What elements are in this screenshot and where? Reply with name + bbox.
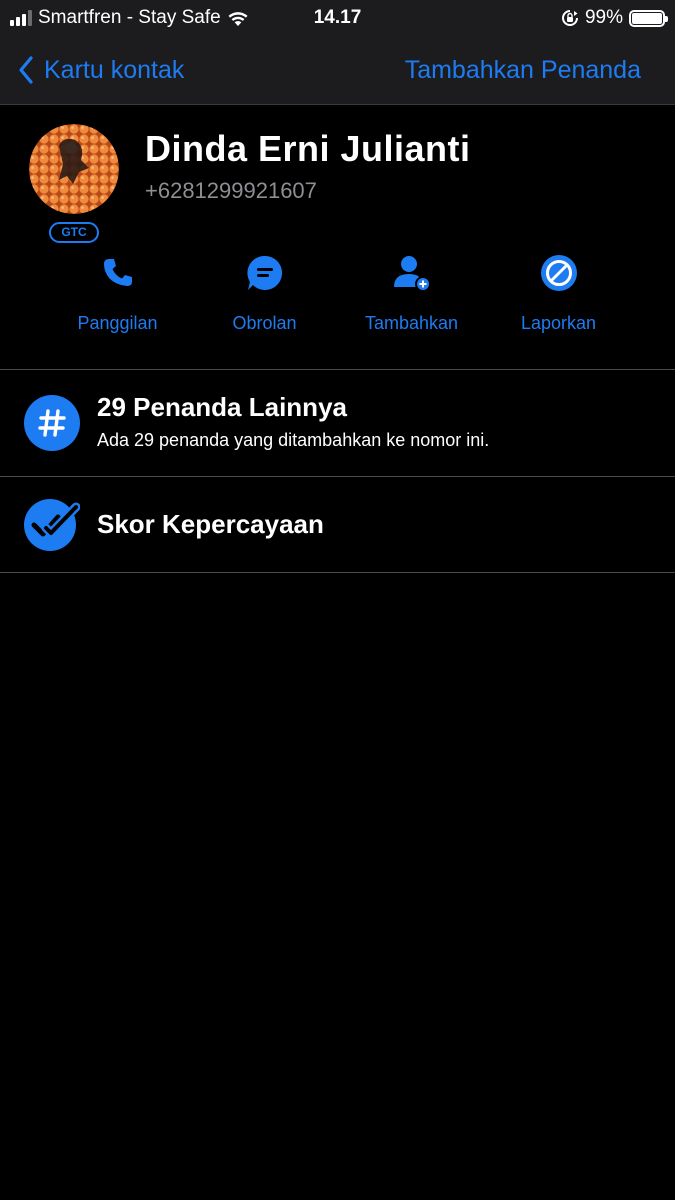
navigation-bar: Kartu kontak Tambahkan Penanda [0, 36, 675, 105]
contact-name: Dinda Erni Julianti [145, 128, 471, 169]
back-button[interactable]: Kartu kontak [18, 52, 184, 88]
battery-percent: 99% [584, 7, 623, 28]
contact-profile: GTC Dinda Erni Julianti +6281299921607 P… [0, 105, 675, 370]
battery-icon [629, 9, 668, 27]
chat-label: Obrolan [232, 313, 297, 333]
call-button[interactable]: Panggilan [44, 253, 191, 343]
avatar[interactable] [29, 124, 119, 214]
status-bar: Smartfren - Stay Safe 14.17 99% [0, 0, 675, 36]
chat-button[interactable]: Obrolan [191, 253, 338, 343]
add-user-icon [392, 253, 432, 293]
add-tag-button[interactable]: Tambahkan Penanda [405, 52, 641, 88]
add-contact-button[interactable]: Tambahkan [338, 253, 485, 343]
call-label: Panggilan [77, 313, 158, 333]
action-buttons: Panggilan Obrolan Tambahkan Laporkan [44, 253, 632, 343]
block-icon [539, 253, 579, 293]
status-right: 99% [561, 6, 668, 30]
hashtag-icon [24, 395, 80, 451]
contact-phone: +6281299921607 [145, 178, 317, 203]
double-check-icon [24, 497, 80, 553]
rotation-lock-icon [561, 10, 578, 26]
chat-icon [245, 253, 285, 293]
other-tags-title: 29 Penanda Lainnya [97, 392, 347, 422]
add-contact-label: Tambahkan [364, 313, 459, 333]
gtc-badge: GTC [49, 222, 99, 243]
report-button[interactable]: Laporkan [485, 253, 632, 343]
chevron-left-icon [19, 56, 33, 84]
trust-score-row[interactable]: Skor Kepercayaan [0, 477, 675, 573]
other-tags-subtitle: Ada 29 penanda yang ditambahkan ke nomor… [97, 430, 490, 450]
report-label: Laporkan [520, 313, 597, 333]
trust-score-title: Skor Kepercayaan [97, 509, 324, 539]
back-label: Kartu kontak [44, 55, 185, 84]
phone-icon [98, 253, 138, 293]
other-tags-row[interactable]: 29 Penanda Lainnya Ada 29 penanda yang d… [0, 370, 675, 477]
